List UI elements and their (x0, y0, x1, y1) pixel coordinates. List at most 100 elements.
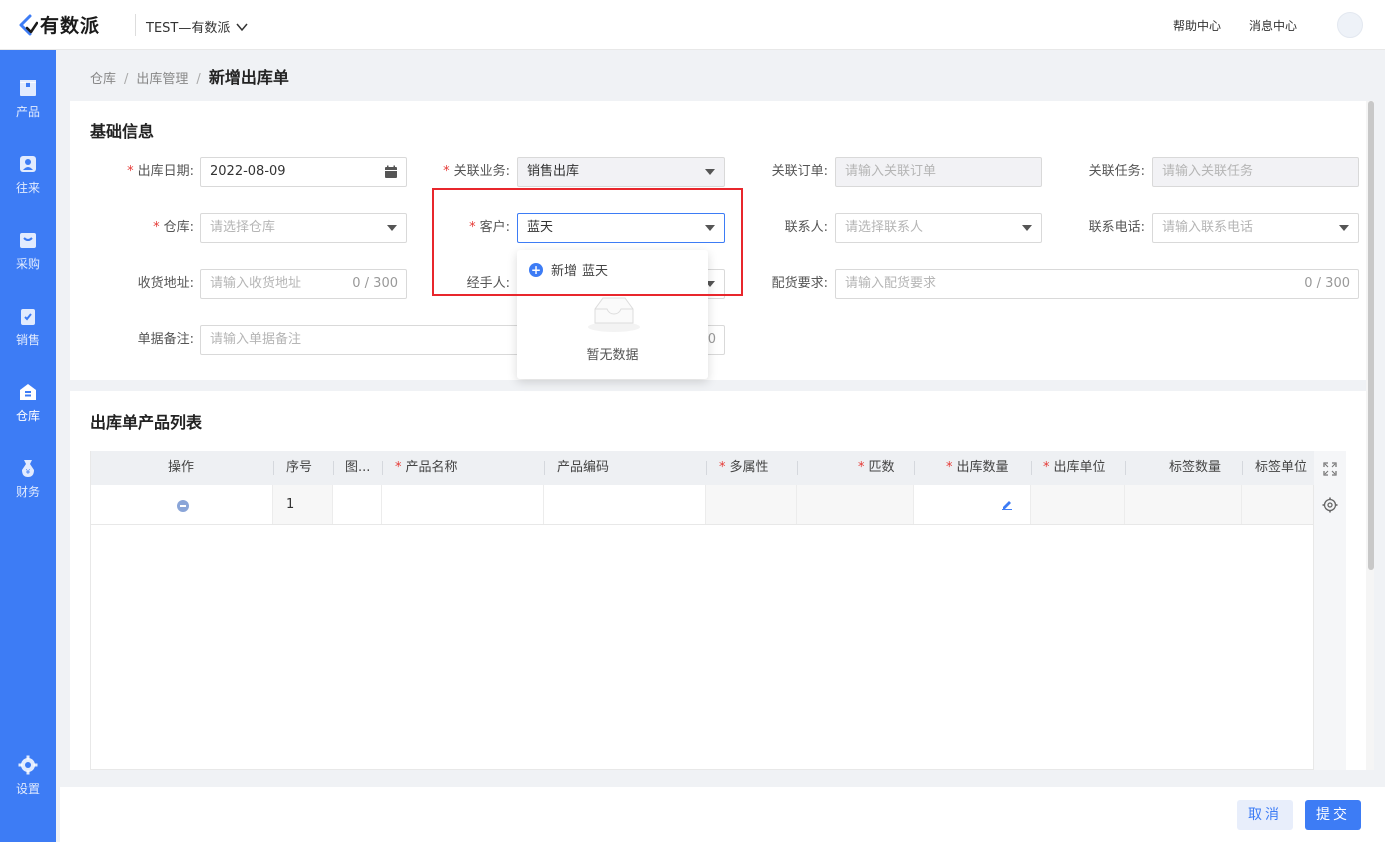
col-out-unit: * 出库单位 (1043, 460, 1106, 475)
sidebar-item-sales[interactable]: 销售 (0, 306, 56, 366)
sidebar-item-settings[interactable]: 设置 (0, 755, 56, 815)
cancel-button[interactable]: 取消 (1237, 800, 1293, 830)
related-business-label: * 关联业务: (443, 164, 510, 179)
col-index: 序号 (286, 460, 313, 475)
col-product-code: 产品编码 (557, 460, 610, 475)
col-resizer[interactable] (382, 461, 383, 475)
company-switcher[interactable]: TEST—有数派 (146, 17, 248, 36)
sidebar-item-label: 设置 (15, 782, 40, 796)
col-image: 图... (345, 460, 371, 475)
cell-index (273, 485, 333, 524)
cell-out-unit[interactable] (1031, 485, 1125, 524)
related-task-input[interactable]: 请输入关联任务 (1152, 157, 1359, 187)
settings-icon (18, 755, 38, 775)
sidebar-item-contacts[interactable]: 往来 (0, 154, 56, 214)
breadcrumb: 仓库 / 出库管理 / 新增出库单 (90, 64, 289, 88)
customer-label: * 客户: (469, 220, 510, 235)
caret-down-icon (387, 225, 397, 231)
sidebar-item-finance[interactable]: ¥ 财务 (0, 458, 56, 518)
remark-char-count: 0 (707, 332, 716, 347)
add-customer-prefix: 新增 (551, 264, 578, 279)
cell-product-code[interactable] (544, 485, 706, 524)
page-scrollbar-thumb[interactable] (1368, 101, 1374, 570)
avatar[interactable] (1337, 12, 1363, 38)
basic-info-title: 基础信息 (90, 122, 155, 141)
product-list-title: 出库单产品列表 (90, 413, 203, 432)
contact-select[interactable]: 请选择联系人 (835, 213, 1042, 243)
warehouse-label: * 仓库: (153, 220, 194, 235)
warehouse-icon (20, 384, 36, 400)
cart-icon (20, 233, 36, 248)
fullscreen-icon[interactable] (1323, 462, 1337, 476)
sidebar-item-warehouse[interactable]: 仓库 (0, 382, 56, 442)
customer-value: 蓝天 (527, 220, 554, 235)
sales-icon (21, 309, 35, 325)
add-customer-name: 蓝天 (582, 264, 609, 279)
caret-down-icon (1022, 225, 1032, 231)
customer-select[interactable]: 蓝天 (517, 213, 725, 243)
cell-out-qty[interactable] (914, 485, 1031, 524)
finance-icon: ¥ (22, 460, 34, 477)
related-business-value: 销售出库 (527, 164, 580, 179)
distribution-input[interactable]: 请输入配货要求 0 / 300 (835, 269, 1359, 299)
caret-down-icon (1339, 225, 1349, 231)
phone-select[interactable]: 请输入联系电话 (1152, 213, 1359, 243)
svg-text:¥: ¥ (26, 468, 31, 476)
address-input[interactable]: 请输入收货地址 0 / 300 (200, 269, 407, 299)
breadcrumb-outbound-mgmt[interactable]: 出库管理 (136, 68, 188, 87)
cell-image[interactable] (333, 485, 382, 524)
breadcrumb-separator: / (124, 72, 129, 87)
cell-attributes[interactable] (706, 485, 797, 524)
col-resizer[interactable] (1125, 461, 1126, 475)
edit-pencil-icon[interactable] (1001, 498, 1013, 510)
row-index: 1 (286, 497, 295, 512)
cell-label-unit[interactable] (1242, 485, 1313, 524)
add-customer-option[interactable]: + 新增 蓝天 (529, 260, 608, 279)
col-resizer[interactable] (333, 461, 334, 475)
contact-label: 联系人: (784, 220, 828, 235)
sidebar-item-label: 仓库 (15, 409, 40, 423)
address-label: 收货地址: (137, 276, 194, 291)
col-resizer[interactable] (706, 461, 707, 475)
caret-down-icon (705, 225, 715, 231)
cell-product-name[interactable] (382, 485, 544, 524)
related-business-select[interactable]: 销售出库 (517, 157, 725, 187)
related-order-input[interactable]: 请输入关联订单 (835, 157, 1042, 187)
help-center-link[interactable]: 帮助中心 (1173, 17, 1221, 34)
product-table: 操作 序号 图... * 产品名称 产品编码 * 多属性 * 匹数 * 出库数量 * 出库… (90, 451, 1315, 770)
col-resizer[interactable] (1031, 461, 1032, 475)
warehouse-select[interactable]: 请选择仓库 (200, 213, 407, 243)
col-resizer[interactable] (797, 461, 798, 475)
outbound-date-picker[interactable]: 2022-08-09 (200, 157, 407, 187)
col-product-name: * 产品名称 (395, 460, 458, 475)
breadcrumb-warehouse[interactable]: 仓库 (90, 68, 116, 87)
col-resizer[interactable] (544, 461, 545, 475)
distribution-label: 配货要求: (771, 276, 828, 291)
col-resizer[interactable] (273, 461, 274, 475)
table-header: 操作 序号 图... * 产品名称 产品编码 * 多属性 * 匹数 * 出库数量 * 出库… (91, 451, 1315, 485)
sidebar-item-label: 财务 (15, 485, 40, 499)
box-icon (20, 80, 36, 96)
col-pieces: * 匹数 (858, 460, 895, 475)
message-center-link[interactable]: 消息中心 (1249, 17, 1297, 34)
brand-name: 有数派 (40, 15, 101, 37)
calendar-icon (385, 165, 397, 178)
divider (135, 14, 136, 36)
cell-label-qty[interactable] (1125, 485, 1242, 524)
submit-button[interactable]: 提交 (1305, 800, 1361, 830)
cell-pieces[interactable] (797, 485, 914, 524)
sidebar-item-purchase[interactable]: 采购 (0, 230, 56, 290)
col-resizer[interactable] (914, 461, 915, 475)
column-settings-gear-icon[interactable] (1322, 497, 1338, 513)
address-char-count: 0 / 300 (352, 276, 398, 291)
remove-row-icon[interactable] (177, 500, 189, 512)
remark-label: 单据备注: (137, 332, 194, 347)
col-label-qty: 标签数量 (1169, 460, 1222, 475)
handler-label: 经手人: (466, 276, 510, 291)
col-label-unit: 标签单位 (1255, 460, 1308, 475)
sidebar-item-products[interactable]: 产品 (0, 78, 56, 138)
brand-logo[interactable]: 有数派 (18, 11, 100, 38)
sidebar-item-label: 销售 (15, 333, 40, 347)
col-resizer[interactable] (1242, 461, 1243, 475)
cell-action (91, 485, 273, 524)
